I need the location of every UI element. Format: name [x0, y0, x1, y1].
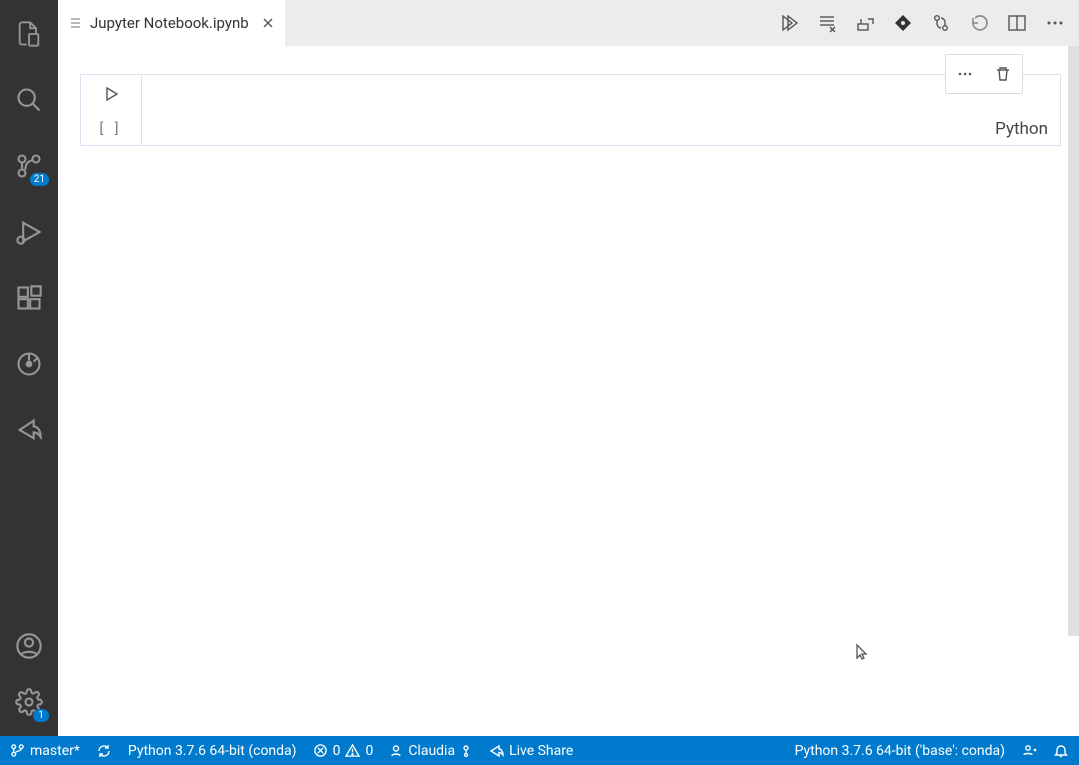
gitlens-icon[interactable]	[5, 340, 53, 388]
status-bell-icon[interactable]	[1053, 743, 1069, 759]
run-debug-icon[interactable]	[5, 208, 53, 256]
status-problems[interactable]: 0 0	[313, 743, 374, 759]
cell-body: Python	[141, 75, 1060, 145]
status-errors: 0	[333, 743, 341, 759]
cell-toolbar	[945, 54, 1023, 94]
extensions-icon[interactable]	[5, 274, 53, 322]
source-control-icon[interactable]: 21	[5, 142, 53, 190]
source-control-badge: 21	[30, 173, 49, 186]
status-feedback-icon[interactable]	[1021, 743, 1037, 759]
scrollbar[interactable]	[1068, 46, 1079, 636]
notebook-area: [ ] Python	[58, 46, 1079, 736]
cell-exec-label: [ ]	[100, 121, 123, 137]
clear-outputs-icon[interactable]	[817, 13, 837, 33]
status-python-kernel-label: Python 3.7.6 64-bit ('base': conda)	[795, 743, 1005, 759]
tab-jupyter-notebook[interactable]: Jupyter Notebook.ipynb	[58, 0, 285, 46]
editor-pane: Jupyter Notebook.ipynb	[58, 0, 1079, 736]
cell-row[interactable]: [ ] Python	[80, 74, 1061, 146]
editor-actions	[779, 0, 1079, 46]
kernel-icon[interactable]	[893, 13, 913, 33]
explorer-icon[interactable]	[5, 10, 53, 58]
status-sync-icon[interactable]	[96, 743, 112, 759]
cell-run-icon[interactable]	[102, 85, 120, 107]
run-all-icon[interactable]	[779, 13, 799, 33]
more-actions-icon[interactable]	[1045, 13, 1065, 33]
accounts-icon[interactable]	[5, 622, 53, 670]
tab-title: Jupyter Notebook.ipynb	[90, 14, 249, 32]
cell-more-icon[interactable]	[946, 55, 984, 93]
status-warnings: 0	[365, 743, 373, 759]
status-user-label: Claudia	[408, 743, 455, 759]
cursor-icon	[855, 643, 869, 665]
cell-delete-icon[interactable]	[984, 55, 1022, 93]
search-icon[interactable]	[5, 76, 53, 124]
status-user[interactable]: Claudia	[389, 743, 472, 759]
status-live-share[interactable]: Live Share	[488, 743, 573, 759]
cell-gutter: [ ]	[81, 75, 141, 145]
status-python-local-label: Python 3.7.6 64-bit (conda)	[128, 743, 297, 759]
activity-bar: 21 1	[0, 0, 58, 736]
cell-language[interactable]: Python	[142, 115, 1060, 145]
diff-icon[interactable]	[931, 13, 951, 33]
tab-close-icon[interactable]	[261, 16, 275, 30]
share-icon[interactable]	[5, 406, 53, 454]
main-area: 21 1 Jupyter Notebook.ipynb	[0, 0, 1079, 736]
status-branch-label: master*	[30, 743, 80, 759]
status-python-local[interactable]: Python 3.7.6 64-bit (conda)	[128, 743, 297, 759]
cell: [ ] Python	[80, 74, 1061, 146]
status-branch[interactable]: master*	[10, 743, 80, 759]
settings-gear-icon[interactable]: 1	[5, 678, 53, 726]
split-editor-icon[interactable]	[1007, 13, 1027, 33]
revert-icon[interactable]	[969, 13, 989, 33]
settings-badge: 1	[33, 709, 49, 722]
status-bar: master* Python 3.7.6 64-bit (conda) 0 0 …	[0, 736, 1079, 765]
status-python-kernel[interactable]: Python 3.7.6 64-bit ('base': conda)	[795, 743, 1005, 759]
code-input[interactable]	[142, 75, 1060, 115]
status-live-share-label: Live Share	[509, 743, 573, 759]
variables-icon[interactable]	[855, 13, 875, 33]
tab-bar: Jupyter Notebook.ipynb	[58, 0, 1079, 46]
notebook-file-icon	[68, 15, 84, 31]
